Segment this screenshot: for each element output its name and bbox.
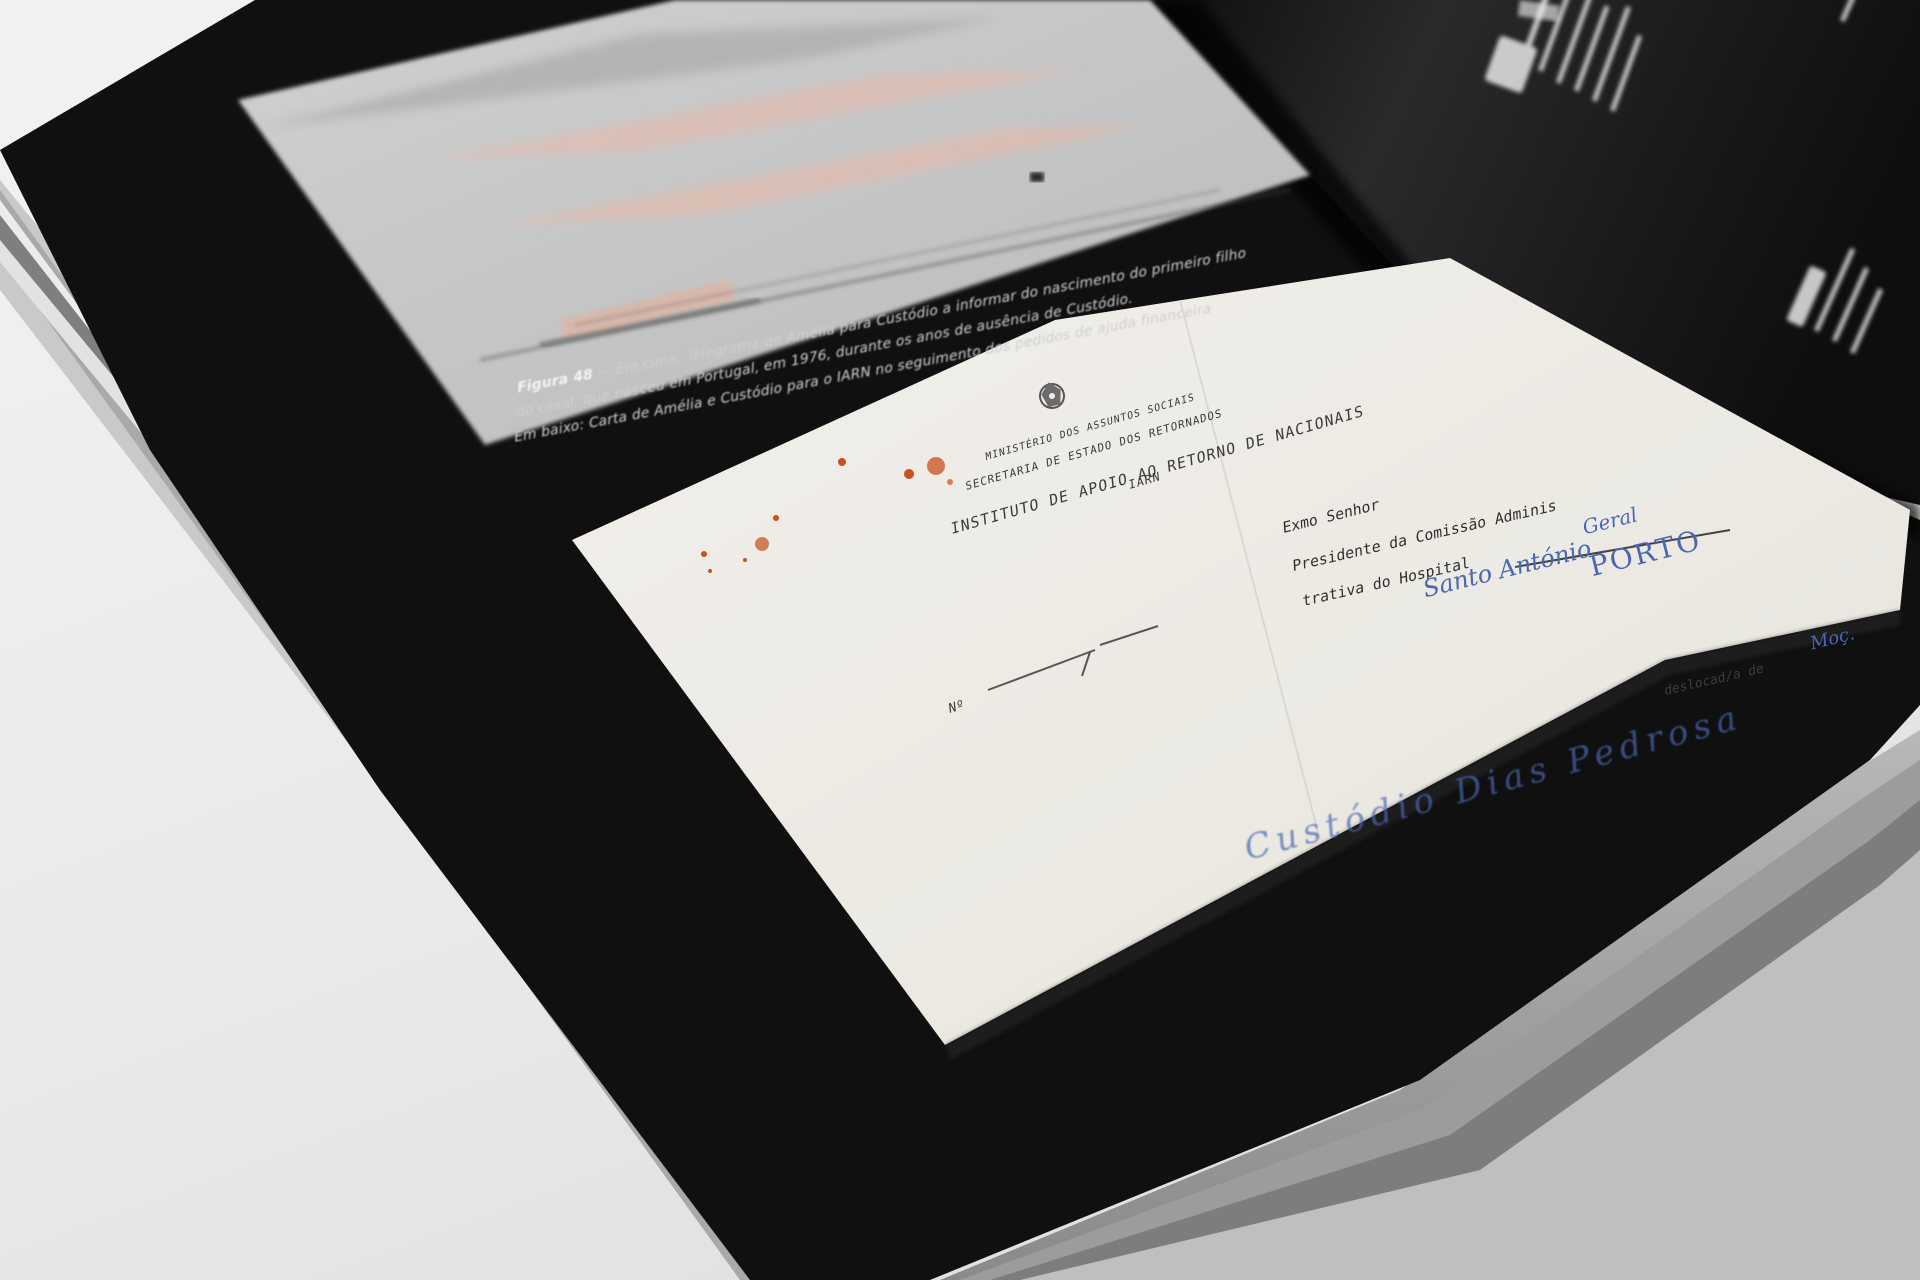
letter-salutation: Exmo Senhor	[1282, 494, 1380, 538]
displaced-label: deslocad/a de	[1664, 661, 1764, 700]
letter-text-layer: MINISTÉRIO DOS ASSUNTOS SOCIAIS SECRETAR…	[0, 0, 1920, 1280]
handwritten-origin: Moç.	[1808, 623, 1857, 655]
handwritten-hospital: Geral	[1580, 502, 1640, 540]
handwritten-name: Custódio Dias Pedrosa	[1240, 697, 1747, 869]
handwritten-saint: Santo António	[1420, 534, 1595, 604]
number-label: Nº	[948, 697, 965, 718]
